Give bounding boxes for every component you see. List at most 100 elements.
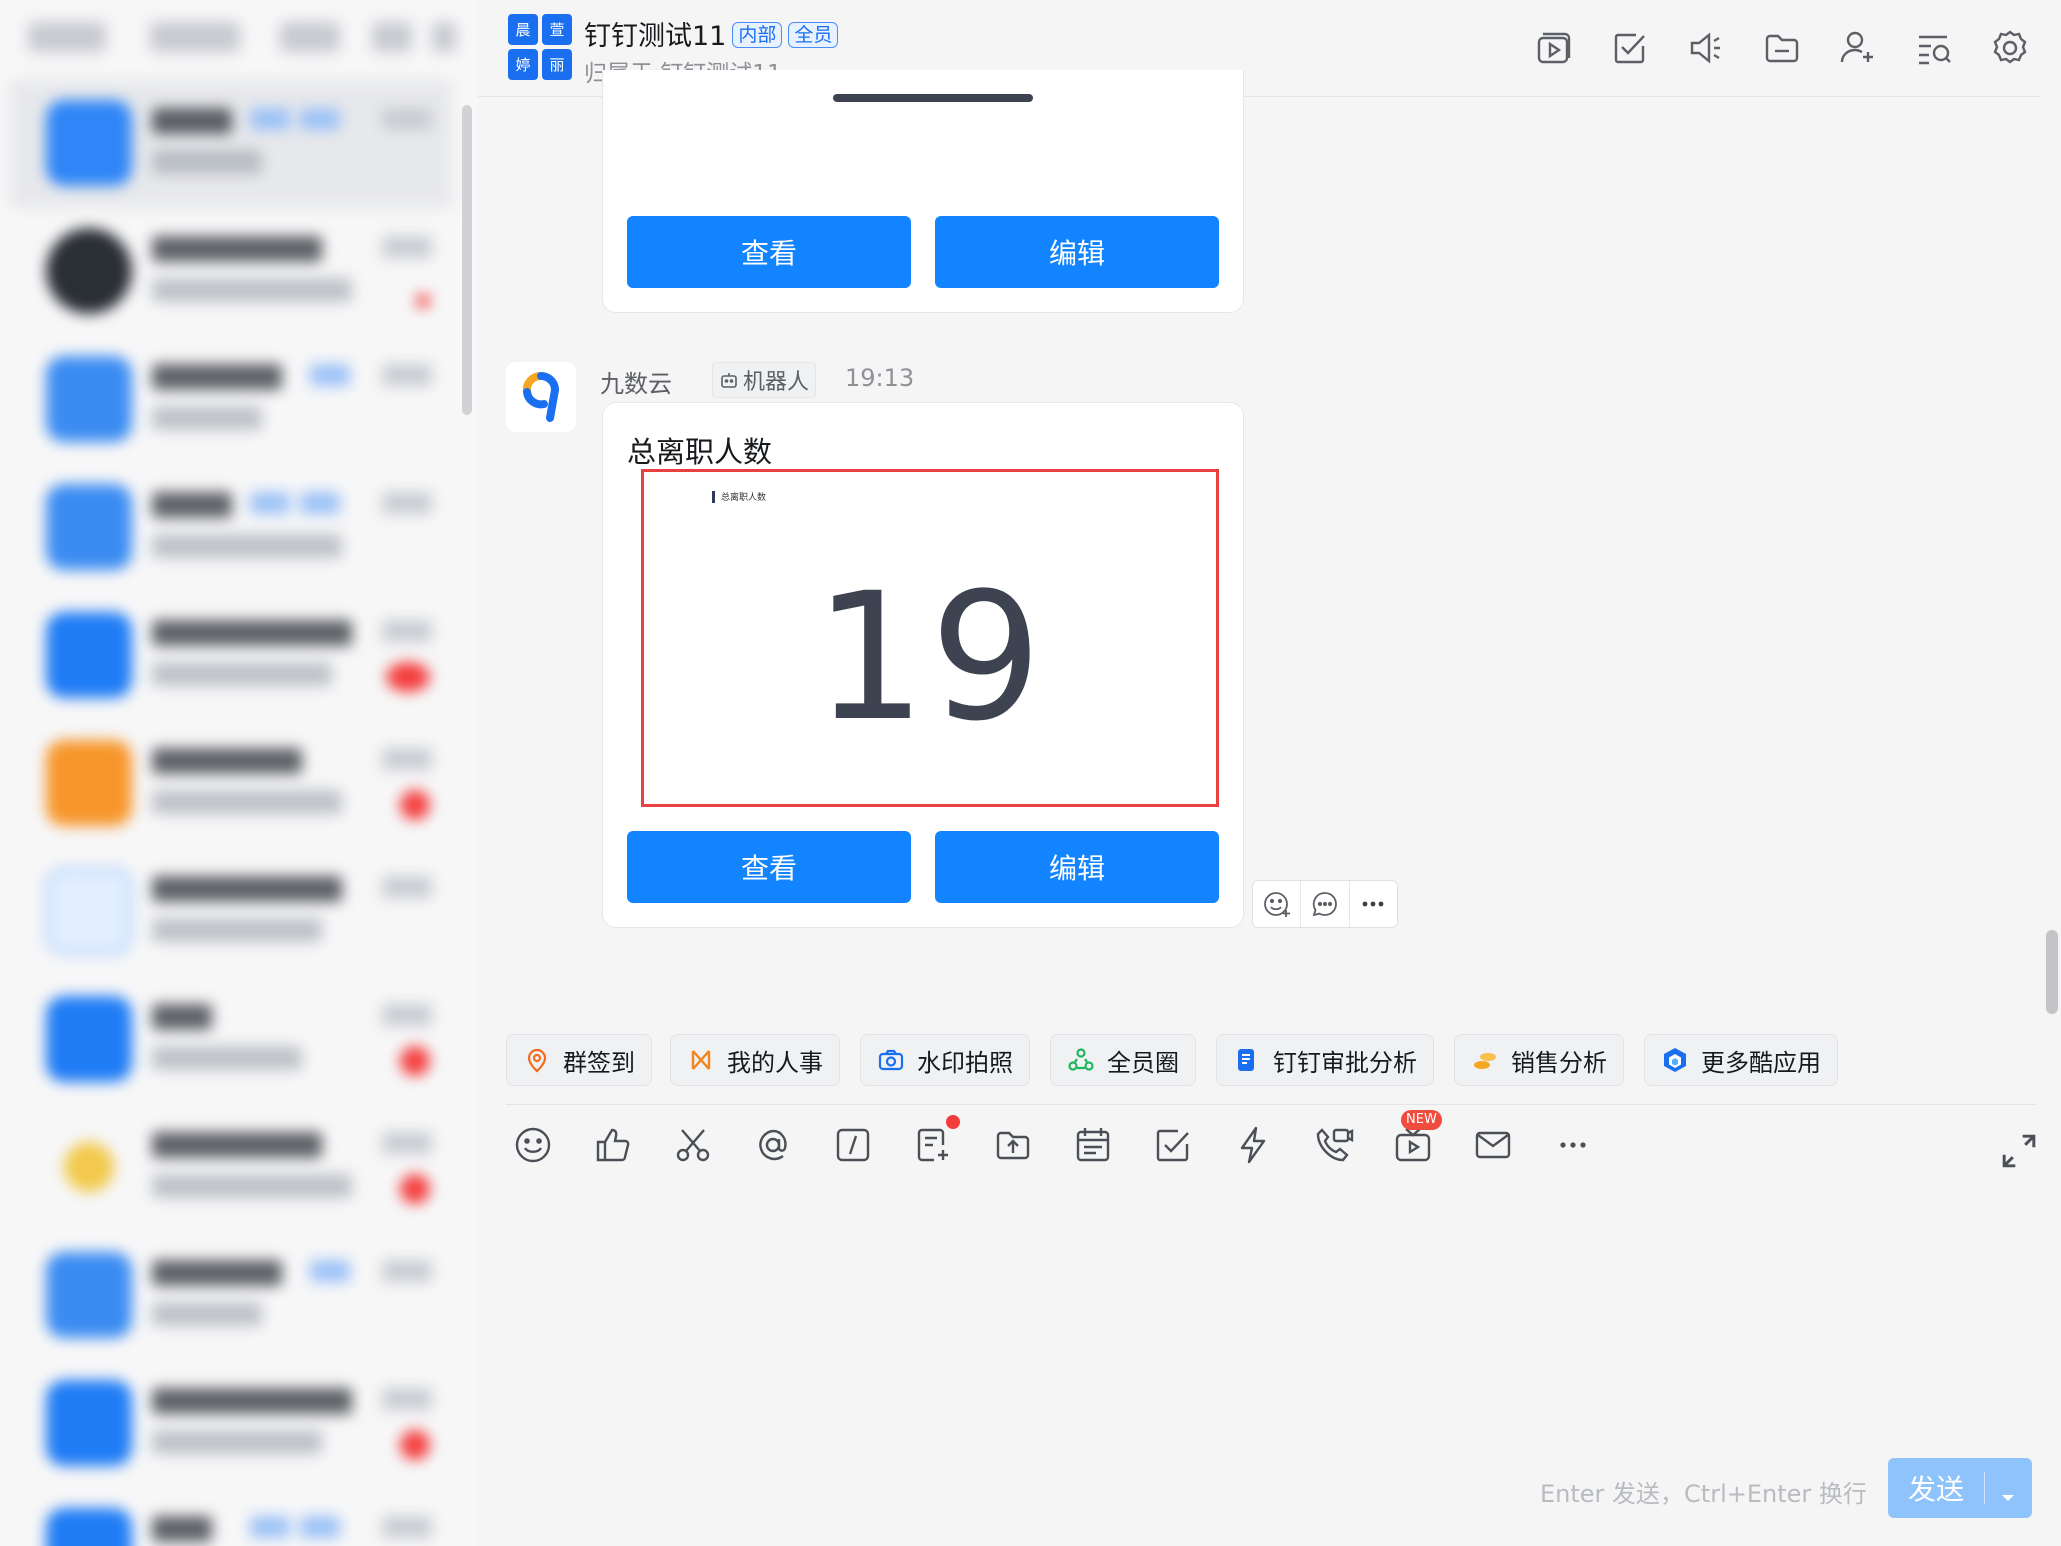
app-chip-label: 群签到 bbox=[563, 1048, 635, 1077]
scissors-icon[interactable] bbox=[672, 1124, 714, 1166]
conversation-item[interactable] bbox=[10, 80, 452, 208]
more-icon[interactable] bbox=[1552, 1124, 1594, 1166]
conversation-item[interactable] bbox=[10, 208, 452, 336]
notification-dot bbox=[946, 1115, 960, 1129]
conversation-sidebar bbox=[0, 0, 478, 1546]
image-mini-title: 总离职人数 bbox=[712, 490, 766, 503]
hr-icon bbox=[687, 1046, 715, 1074]
more-icon[interactable] bbox=[1350, 881, 1397, 927]
app-chip-label: 更多酷应用 bbox=[1701, 1048, 1821, 1077]
kpi-value: 19 bbox=[814, 555, 1046, 760]
emoji-icon[interactable] bbox=[512, 1124, 554, 1166]
send-label: 发送 bbox=[1907, 1473, 1964, 1506]
conversation-item[interactable] bbox=[10, 720, 452, 848]
circle-icon bbox=[1067, 1046, 1095, 1074]
approval-icon bbox=[1233, 1046, 1261, 1074]
all-staff-tag: 全员 bbox=[788, 22, 839, 48]
ding-icon[interactable] bbox=[1232, 1124, 1274, 1166]
upload-icon[interactable] bbox=[992, 1124, 1034, 1166]
conversation-item[interactable] bbox=[10, 464, 452, 592]
task-icon[interactable] bbox=[1152, 1124, 1194, 1166]
message-hover-actions bbox=[1252, 880, 1398, 928]
app-chip-group-checkin[interactable]: 群签到 bbox=[506, 1034, 652, 1086]
expand-icon[interactable] bbox=[1998, 1130, 2036, 1168]
settings-icon[interactable] bbox=[1990, 28, 2030, 68]
edit-button[interactable]: 编辑 bbox=[935, 831, 1219, 903]
image-mini-title-text: 总离职人数 bbox=[721, 493, 767, 503]
app-chip-my-hr[interactable]: 我的人事 bbox=[670, 1034, 840, 1086]
view-button[interactable]: 查看 bbox=[627, 216, 911, 288]
app-chip-label: 钉钉审批分析 bbox=[1273, 1048, 1417, 1077]
app-chip-label: 销售分析 bbox=[1511, 1048, 1607, 1077]
app-chip-all-staff-circle[interactable]: 全员圈 bbox=[1050, 1034, 1196, 1086]
avatar-char: 丽 bbox=[542, 49, 572, 80]
sidebar-tab[interactable] bbox=[432, 22, 456, 52]
calendar-icon[interactable] bbox=[1072, 1124, 1114, 1166]
previous-card-number-fragment bbox=[833, 94, 1033, 102]
avatar-char: 晨 bbox=[508, 14, 538, 45]
mention-icon[interactable] bbox=[752, 1124, 794, 1166]
sidebar-tab[interactable] bbox=[28, 22, 106, 52]
sidebar-tab[interactable] bbox=[280, 22, 340, 52]
call-icon[interactable] bbox=[1312, 1124, 1354, 1166]
previous-message-card: 查看 编辑 bbox=[602, 70, 1244, 313]
group-avatar[interactable]: 晨 萱 婷 丽 bbox=[508, 14, 572, 80]
mail-icon[interactable] bbox=[1472, 1124, 1514, 1166]
live-icon[interactable] bbox=[1392, 1124, 1434, 1166]
reaction-icon[interactable] bbox=[1253, 881, 1302, 927]
app-chip-sales-analysis[interactable]: 销售分析 bbox=[1454, 1034, 1624, 1086]
sender-avatar[interactable] bbox=[506, 362, 576, 432]
thumbs-up-icon[interactable] bbox=[592, 1124, 634, 1166]
group-title-row: 钉钉测试11 内部 全员 bbox=[584, 14, 839, 53]
app-chip-more-cool-apps[interactable]: 更多酷应用 bbox=[1644, 1034, 1838, 1086]
edit-button[interactable]: 编辑 bbox=[935, 216, 1219, 288]
conversation-item[interactable] bbox=[10, 336, 452, 464]
add-member-icon[interactable] bbox=[1838, 28, 1878, 68]
search-history-icon[interactable] bbox=[1914, 28, 1954, 68]
video-playback-icon[interactable] bbox=[1534, 28, 1574, 68]
sidebar-scrollbar[interactable] bbox=[462, 105, 472, 415]
note-icon[interactable] bbox=[912, 1124, 954, 1166]
folder-icon[interactable] bbox=[1762, 28, 1802, 68]
robot-tag: 机器人 bbox=[712, 362, 817, 398]
view-button[interactable]: 查看 bbox=[627, 831, 911, 903]
conversation-item[interactable] bbox=[10, 1488, 452, 1546]
send-separator bbox=[1984, 1472, 1985, 1504]
new-badge: NEW bbox=[1401, 1110, 1442, 1130]
conversation-item[interactable] bbox=[10, 1360, 452, 1488]
sender-name[interactable]: 九数云 bbox=[600, 364, 672, 399]
internal-tag: 内部 bbox=[732, 22, 783, 48]
avatar-char: 婷 bbox=[508, 49, 538, 80]
conversation-item[interactable] bbox=[10, 1104, 452, 1232]
conversation-item[interactable] bbox=[10, 976, 452, 1104]
conversation-item[interactable] bbox=[10, 848, 452, 976]
sidebar-tab[interactable] bbox=[150, 22, 240, 52]
app-chip-label: 我的人事 bbox=[727, 1048, 823, 1077]
camera-icon bbox=[877, 1046, 905, 1074]
conversation-item[interactable] bbox=[10, 1232, 452, 1360]
announcement-icon[interactable] bbox=[1686, 28, 1726, 68]
reply-icon[interactable] bbox=[1301, 881, 1350, 927]
avatar-char: 萱 bbox=[542, 14, 572, 45]
app-chip-label: 水印拍照 bbox=[917, 1048, 1013, 1077]
sidebar-tab[interactable] bbox=[372, 22, 412, 52]
card-image[interactable]: 总离职人数 19 bbox=[641, 469, 1219, 807]
checkin-icon bbox=[523, 1046, 551, 1074]
conversation-item[interactable] bbox=[10, 592, 452, 720]
message-card: 总离职人数 总离职人数 19 查看 编辑 bbox=[602, 402, 1244, 928]
send-button[interactable]: 发送 bbox=[1888, 1458, 2032, 1518]
send-options-caret-icon[interactable] bbox=[1998, 1480, 2018, 1501]
cube-icon bbox=[1661, 1046, 1689, 1074]
robot-icon bbox=[721, 373, 737, 388]
app-chip-watermark-camera[interactable]: 水印拍照 bbox=[860, 1034, 1030, 1086]
chat-scrollbar[interactable] bbox=[2046, 930, 2058, 1014]
sales-icon bbox=[1471, 1046, 1499, 1074]
card-title: 总离职人数 bbox=[627, 435, 773, 469]
send-hint: Enter 发送，Ctrl+Enter 换行 bbox=[1540, 1480, 1867, 1508]
todo-check-icon[interactable] bbox=[1610, 28, 1650, 68]
group-title[interactable]: 钉钉测试11 bbox=[584, 21, 726, 52]
app-chip-approval-analysis[interactable]: 钉钉审批分析 bbox=[1216, 1034, 1434, 1086]
app-chip-label: 全员圈 bbox=[1107, 1048, 1179, 1077]
composer-divider bbox=[506, 1104, 2036, 1105]
slash-command-icon[interactable] bbox=[832, 1124, 874, 1166]
